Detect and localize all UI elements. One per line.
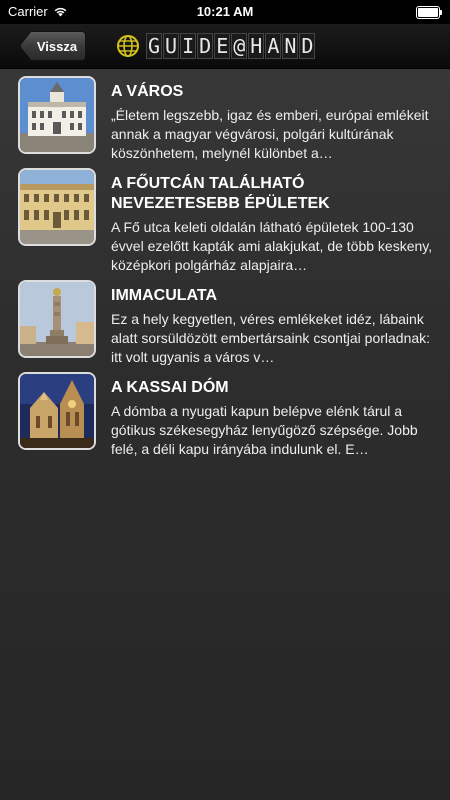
city-hall-thumbnail [18, 76, 96, 154]
logo-letter: A [265, 33, 282, 59]
battery-icon [416, 6, 442, 19]
item-description: Ez a hely kegyetlen, véres emlékeket idé… [111, 311, 431, 365]
item-description: A Fő utca keleti oldalán látható épülete… [111, 219, 433, 273]
plague-column-thumbnail [18, 280, 96, 358]
attractions-list: A VÁROS „Életem legszebb, igaz és emberi… [0, 72, 450, 460]
item-title: A FŐUTCÁN TALÁLHATÓ NEVEZETESEBB ÉPÜLETE… [111, 175, 330, 212]
item-description: „Életem legszebb, igaz és emberi, európa… [111, 107, 429, 161]
list-item[interactable]: A KASSAI DÓM A dómba a nyugati kapun bel… [0, 368, 450, 460]
item-title: IMMACULATA [111, 287, 218, 304]
list-item[interactable]: A VÁROS „Életem legszebb, igaz és emberi… [0, 72, 450, 164]
logo-letter: D [299, 33, 316, 59]
main-street-buildings-thumbnail [18, 168, 96, 246]
status-bar: Carrier 10:21 AM [0, 0, 450, 24]
logo-letter: G [146, 33, 163, 59]
gothic-cathedral-thumbnail [18, 372, 96, 450]
logo-wordmark: G U I D E @ H A N D [146, 33, 316, 59]
logo-letter: @ [231, 33, 248, 59]
status-time: 10:21 AM [196, 4, 254, 19]
list-item[interactable]: IMMACULATA Ez a hely kegyetlen, véres em… [0, 276, 450, 368]
logo-letter: N [282, 33, 299, 59]
item-title: A KASSAI DÓM [111, 379, 229, 396]
logo-letter: H [248, 33, 265, 59]
logo-letter: U [163, 33, 180, 59]
logo-letter: D [197, 33, 214, 59]
logo-letter: I [180, 33, 197, 59]
back-button[interactable]: Vissza [20, 31, 86, 61]
logo-letter: E [214, 33, 231, 59]
item-title: A VÁROS [111, 83, 184, 100]
list-item[interactable]: A FŐUTCÁN TALÁLHATÓ NEVEZETESEBB ÉPÜLETE… [0, 164, 450, 276]
globe-logo-icon [117, 35, 139, 57]
guide-at-hand-logo: G U I D E @ H A N D [116, 33, 316, 59]
navigation-bar: Vissza G U I D E @ H A N D [0, 24, 450, 69]
item-description: A dómba a nyugati kapun belépve elénk tá… [111, 403, 418, 457]
